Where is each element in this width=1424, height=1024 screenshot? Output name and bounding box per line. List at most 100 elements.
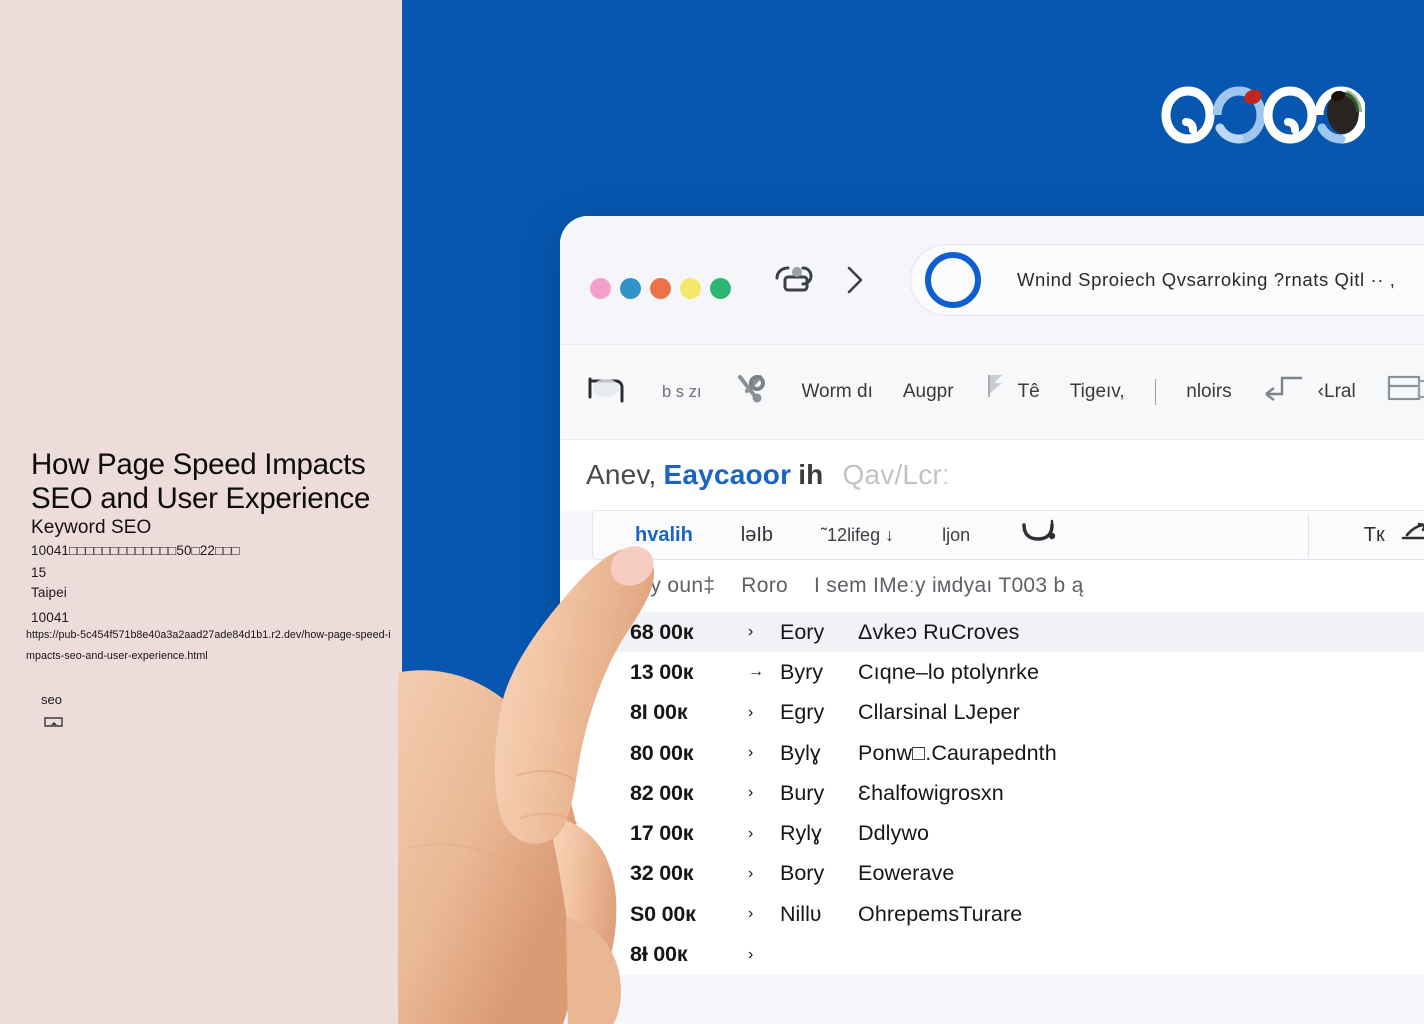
toolbar-item-4[interactable]: Worm dı — [801, 381, 872, 403]
cell-volume: 82 00к — [630, 780, 694, 805]
table-row[interactable]: 82 00к › Bury Ɛhalfowigrosxn — [560, 773, 1424, 813]
cell-keyword: Cıqne–lo ptolynrke — [858, 659, 1040, 684]
article-meta-city: Taipei — [31, 585, 67, 600]
export-icon[interactable] — [1399, 520, 1424, 550]
table-row[interactable]: 8I 00к › Egry Cllarsinal LJeper — [560, 693, 1424, 733]
table-row[interactable]: 17 00к › Rylɣ Ddlywo — [560, 813, 1424, 853]
toolbar-divider — [1154, 379, 1157, 405]
toolbar-item-7[interactable]: Tigeıv, — [1070, 381, 1125, 403]
browser-window: Wnind Sproiech Qvsarroking ?rnats Qitl ·… — [560, 216, 1424, 1024]
table-row[interactable]: 68 00к › Eory Δvkeɔ RuCroves — [560, 612, 1424, 653]
filter-tab-active[interactable]: hvalih — [635, 524, 693, 547]
cell-keyword: Eowerave — [858, 861, 955, 886]
cell-volume: 13 00к — [630, 659, 694, 684]
cell-volume: 32 00к — [630, 861, 694, 886]
filter-dropdown[interactable]: ˜12lifeg ↓ — [821, 525, 894, 546]
cell-kd: Eory — [780, 619, 825, 644]
content-heading: Anev, Eaycaoor ih Qav/Lcrː — [560, 440, 1424, 510]
cell-volume: 17 00к — [630, 821, 694, 846]
window-icon — [1386, 372, 1424, 412]
column-header-row: Hly oun‡ Roro I sem IMeːy iмdyaı T003 b … — [560, 560, 1424, 612]
page-title: How Page Speed Impacts SEO and User Expe… — [31, 448, 371, 515]
address-bar-value[interactable]: Wnind Sproiech Qvsarroking ?rnats Qitl ·… — [1017, 269, 1395, 291]
cell-trend-icon: › — [748, 744, 754, 762]
chevron-down-icon: ↓ — [885, 524, 895, 545]
table-row[interactable]: 80 00к › Bylɣ Ponw□.Caurapednth — [560, 733, 1424, 773]
table-row[interactable]: 13 00к → Byry Cıqne–lo ptolynrke — [560, 652, 1424, 692]
heading-part-3: ih — [798, 459, 824, 490]
article-panel: How Page Speed Impacts SEO and User Expe… — [0, 0, 402, 1024]
filter-tab-2[interactable]: lǝIb — [741, 524, 773, 547]
screenshot-stage: Wnind Sproiech Qvsarroking ?rnats Qitl ·… — [0, 0, 1424, 1024]
cell-volume: 68 00к — [630, 619, 694, 644]
cell-kd: Bory — [780, 861, 825, 886]
article-tag-seo[interactable]: seo — [41, 692, 62, 707]
cell-kd: Bylɣ — [780, 740, 821, 765]
toolbar-item-9-label: ‹Lral — [1317, 381, 1356, 402]
cell-keyword: OhrepemsTurare — [858, 901, 1023, 926]
cell-volume: 80 00к — [630, 740, 694, 765]
keyword-table: 68 00к › Eory Δvkeɔ RuCroves 13 00к → By… — [560, 612, 1424, 975]
toolbar-item-5[interactable]: Augpr — [903, 381, 954, 403]
cell-volume: 8Ɨ 00к — [630, 942, 688, 967]
tag-glyph-icon — [44, 716, 64, 729]
tag-shape-icon — [584, 369, 632, 415]
article-url[interactable]: https://pub-5c454f571b8e40a3a2aad27ade84… — [26, 625, 398, 668]
toolbar-item-3[interactable] — [731, 369, 771, 415]
cell-kd: Bury — [780, 780, 825, 805]
filter-bar: hvalih lǝIb ˜12lifeg ↓ ljon Tк — [592, 510, 1424, 560]
scissors-icon — [731, 369, 771, 415]
brand-logo — [1160, 84, 1368, 146]
cell-trend-icon: › — [748, 824, 754, 842]
app-toolbar: b s zı Worm dı Augpr Tê Tigeıv, nloirs ‹… — [560, 344, 1424, 440]
table-row[interactable]: 32 00к › Bory Eowerave — [560, 854, 1424, 894]
bracket-icon — [1262, 372, 1310, 412]
toolbar-item-6-label: Tê — [1017, 381, 1040, 402]
cell-trend-icon: › — [748, 945, 754, 963]
cell-trend-icon: → — [748, 663, 764, 681]
cell-trend-icon: › — [748, 905, 754, 923]
cell-keyword: Ɛhalfowigrosxn — [858, 780, 1004, 805]
filter-icon-cart[interactable] — [1018, 517, 1062, 553]
filter-right-label[interactable]: Tк — [1364, 524, 1385, 547]
dot-pink[interactable] — [590, 278, 611, 299]
table-row[interactable]: 8Ɨ 00к › — [560, 934, 1424, 974]
filter-dropdown-label: ˜12lifeg — [821, 524, 881, 545]
cell-keyword: Ponw□.Caurapednth — [858, 740, 1057, 765]
toolbar-item-10[interactable] — [1386, 372, 1424, 412]
cell-kd: Egry — [780, 700, 825, 725]
toolbar-item-2[interactable]: b s zı — [662, 383, 701, 402]
toolbar-item-6[interactable]: Tê — [984, 372, 1040, 412]
browser-nav-controls — [773, 264, 865, 296]
column-header-2[interactable]: Roro — [741, 574, 788, 598]
dot-blue[interactable] — [620, 278, 641, 299]
dot-green[interactable] — [710, 278, 731, 299]
article-meta-zip: 10041 — [31, 610, 70, 625]
dot-yellow[interactable] — [680, 278, 701, 299]
toolbar-item-8[interactable]: nloirs — [1186, 381, 1231, 403]
browser-chrome-bar: Wnind Sproiech Qvsarroking ?rnats Qitl ·… — [560, 216, 1424, 344]
cell-keyword: Ddlywo — [858, 821, 930, 846]
address-bar[interactable]: Wnind Sproiech Qvsarroking ?rnats Qitl ·… — [910, 244, 1424, 316]
cell-keyword: Δvkeɔ RuCroves — [858, 619, 1020, 644]
toolbar-item-9[interactable]: ‹Lral — [1262, 372, 1356, 412]
cell-trend-icon: › — [748, 784, 754, 802]
table-row[interactable]: S0 00к › Nillʋ OhrepemsTurare — [560, 894, 1424, 934]
cell-volume: 8I 00к — [630, 700, 688, 725]
article-meta-tofu: 10041□□□□□□□□□□□□□50□22□□□ — [31, 543, 240, 558]
column-header-3[interactable]: I sem IMeːy iмdyaı T003 b ą — [814, 574, 1084, 598]
column-header-1[interactable]: Hly oun‡ — [630, 574, 715, 598]
circle-ring-icon — [925, 252, 981, 308]
window-traffic-lights — [590, 278, 731, 299]
toolbar-item-1[interactable] — [584, 369, 632, 415]
cell-kd: Byry — [780, 659, 823, 684]
article-meta-number: 15 — [31, 565, 47, 580]
cell-kd: Rylɣ — [780, 821, 822, 846]
speech-bubbles-icon[interactable] — [773, 264, 815, 296]
filter-separator — [1308, 515, 1309, 557]
cell-volume: S0 00к — [630, 901, 696, 926]
chevron-right-icon[interactable] — [845, 265, 865, 295]
cell-kd: Nillʋ — [780, 901, 822, 926]
dot-orange[interactable] — [650, 278, 671, 299]
filter-tab-4[interactable]: ljon — [942, 525, 970, 546]
